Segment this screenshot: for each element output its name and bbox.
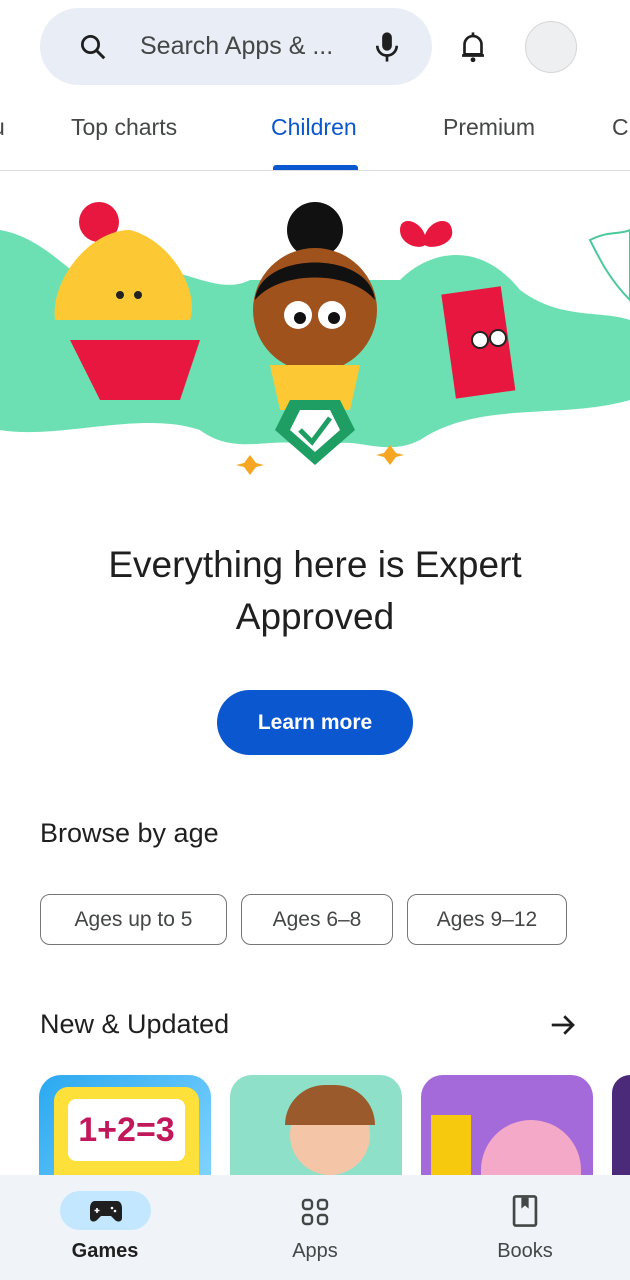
app-icon-math-laptop[interactable]: 1+2=3	[39, 1075, 211, 1175]
tab-partial-left[interactable]: u	[0, 114, 5, 141]
chip-ages-up-to-5[interactable]: Ages up to 5	[40, 894, 227, 945]
chip-ages-6-8[interactable]: Ages 6–8	[241, 894, 393, 945]
hero-illustration	[0, 202, 630, 475]
search-icon	[81, 35, 106, 60]
app-icon-partial[interactable]	[612, 1075, 630, 1175]
tab-top-charts[interactable]: Top charts	[71, 114, 177, 141]
tab-children[interactable]: Children	[271, 114, 357, 141]
nav-apps[interactable]: Apps	[255, 1240, 375, 1263]
apps-grid-icon	[301, 1198, 329, 1226]
tabs-divider	[0, 170, 630, 171]
learn-more-button[interactable]: Learn more	[217, 690, 413, 755]
app-icon-hippo-christmas[interactable]	[421, 1075, 593, 1175]
mic-icon[interactable]	[372, 30, 402, 64]
bell-icon[interactable]	[458, 30, 488, 64]
nav-games[interactable]: Games	[45, 1240, 165, 1263]
browse-by-age-heading: Browse by age	[40, 818, 219, 848]
chip-ages-9-12[interactable]: Ages 9–12	[407, 894, 567, 945]
nav-books[interactable]: Books	[465, 1240, 585, 1263]
new-updated-heading: New & Updated	[40, 1009, 230, 1039]
search-placeholder: Search Apps & ...	[140, 32, 334, 60]
avatar[interactable]	[525, 21, 577, 73]
search-bar[interactable]: Search Apps & ...	[40, 8, 432, 85]
arrow-right-icon[interactable]	[548, 1010, 578, 1040]
hero-title: Everything here is Expert Approved	[108, 544, 522, 637]
book-icon	[512, 1195, 538, 1227]
gamepad-icon	[90, 1201, 122, 1222]
tab-premium[interactable]: Premium	[443, 114, 535, 141]
tab-partial-right[interactable]: C	[612, 114, 629, 141]
app-icon-baby-care[interactable]	[230, 1075, 402, 1175]
